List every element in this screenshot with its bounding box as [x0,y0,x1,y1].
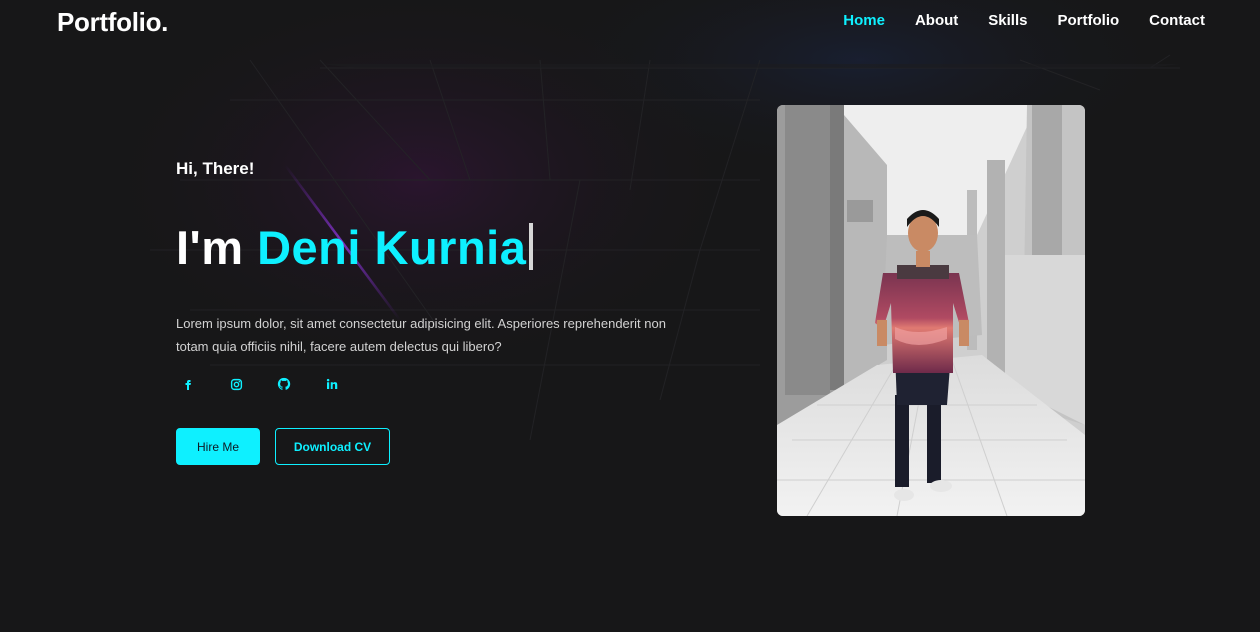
nav-portfolio[interactable]: Portfolio [1058,12,1120,30]
hire-me-button[interactable]: Hire Me [176,428,260,465]
headline-name: Deni Kurnia [257,221,527,274]
github-link[interactable] [272,372,296,396]
instagram-link[interactable] [224,372,248,396]
facebook-link[interactable] [176,372,200,396]
nav-links: Home About Skills Portfolio Contact [843,12,1205,30]
headline-prefix: I'm [176,221,244,274]
navbar: Portfolio. Home About Skills Portfolio C… [0,0,1260,44]
nav-home[interactable]: Home [843,12,885,30]
download-cv-button[interactable]: Download CV [275,428,390,465]
profile-photo-illustration [777,105,1085,516]
facebook-icon [185,380,191,390]
nav-about[interactable]: About [915,12,958,30]
hero-section: Hi, There! I'm Deni Kurnia Lorem ipsum d… [176,0,696,632]
instagram-icon [230,378,242,390]
logo[interactable]: Portfolio. [57,7,168,38]
greeting: Hi, There! [176,159,255,178]
nav-contact[interactable]: Contact [1149,12,1205,30]
nav-skills[interactable]: Skills [988,12,1027,30]
typing-caret [529,223,534,270]
github-icon [277,377,291,390]
intro-text: Lorem ipsum dolor, sit amet consectetur … [176,316,666,354]
headline: I'm Deni Kurnia [176,218,534,278]
profile-photo [777,105,1085,516]
linkedin-icon [326,378,338,389]
linkedin-link[interactable] [320,372,344,396]
social-links [176,372,344,396]
